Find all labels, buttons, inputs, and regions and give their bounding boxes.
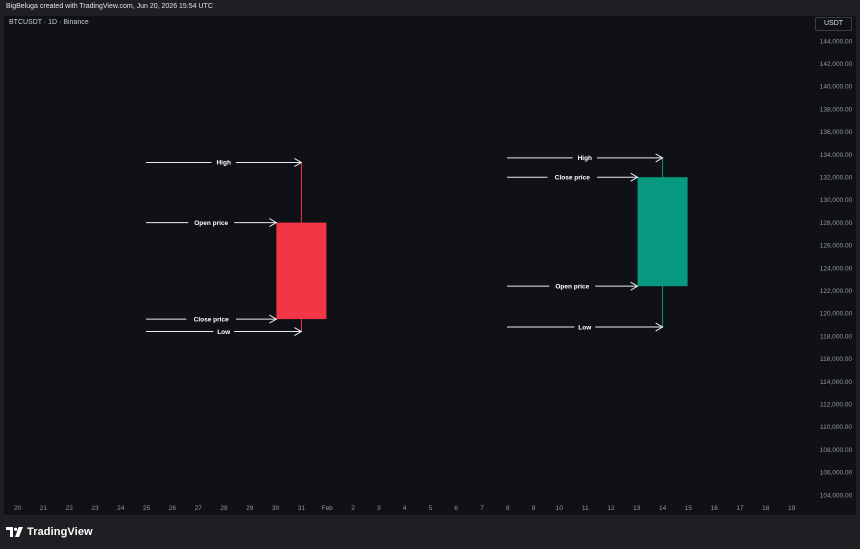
y-axis-tick-label: 122,000.00: [820, 288, 853, 295]
x-axis-tick-label: 22: [66, 505, 74, 512]
x-axis-tick-label: 20: [14, 505, 22, 512]
y-axis-tick-label: 140,000.00: [820, 84, 853, 91]
currency-badge[interactable]: USDT: [815, 17, 852, 31]
y-axis-tick-label: 134,000.00: [820, 152, 853, 159]
y-axis-tick-label: 138,000.00: [820, 106, 853, 113]
x-axis-tick-label: 16: [711, 505, 719, 512]
x-axis-tick-label: 9: [532, 505, 536, 512]
x-axis-tick-label: 24: [117, 505, 125, 512]
y-axis-tick-label: 124,000.00: [820, 265, 853, 272]
x-axis-tick-label: 17: [736, 505, 744, 512]
y-axis-tick-label: 112,000.00: [820, 402, 852, 409]
symbol-legend[interactable]: BTCUSDT · 1D · Binance: [9, 19, 89, 26]
tradingview-logo-text: TradingView: [27, 526, 93, 538]
tradingview-logo-icon: [6, 527, 23, 537]
annotation-label: Open price: [194, 220, 228, 227]
x-axis-tick-label: 28: [220, 505, 228, 512]
y-axis-tick-label: 144,000.00: [820, 38, 853, 45]
x-axis-tick-label: 15: [685, 505, 693, 512]
y-axis-tick-label: 110,000.00: [820, 424, 852, 431]
y-axis-tick-label: 130,000.00: [820, 197, 853, 204]
x-axis-tick-label: 14: [659, 505, 667, 512]
x-axis-tick-label: 13: [633, 505, 641, 512]
annotation-label: Low: [578, 324, 592, 331]
annotation-label: Open price: [555, 283, 589, 290]
x-axis-tick-label: 12: [607, 505, 615, 512]
x-axis-tick-label: 29: [246, 505, 254, 512]
bearish-candle-body: [276, 222, 327, 320]
y-axis-tick-label: 108,000.00: [820, 447, 853, 454]
annotation-label: Close price: [555, 175, 590, 182]
x-axis-tick-label: 3: [377, 505, 381, 512]
annotation-label: High: [578, 155, 592, 162]
annotation-label: Close price: [194, 316, 229, 323]
x-axis-tick-label: 19: [788, 505, 796, 512]
candlestick-chart[interactable]: 104,000.00 106,000.00 108,000.00 110,000.00…: [0, 0, 860, 549]
y-axis-tick-label: 118,000.00: [820, 333, 852, 340]
x-axis-tick-label: 18: [762, 505, 770, 512]
y-axis-tick-label: 104,000.00: [820, 492, 853, 499]
x-axis-tick-label: 11: [582, 505, 589, 512]
x-axis-tick-label: 30: [272, 505, 280, 512]
x-axis-tick-label: 2: [351, 505, 355, 512]
x-axis-tick-label: 25: [143, 505, 151, 512]
x-axis-tick-label: 4: [403, 505, 407, 512]
x-axis-tick-label: 21: [40, 505, 48, 512]
y-axis-tick-label: 142,000.00: [820, 61, 853, 68]
y-axis-tick-label: 114,000.00: [820, 379, 852, 386]
x-axis-tick-label: 8: [506, 505, 510, 512]
x-axis-tick-label: 26: [169, 505, 177, 512]
x-axis-tick-label: 31: [298, 505, 306, 512]
x-axis-tick-label: Feb: [322, 505, 334, 512]
annotation-label: High: [216, 160, 230, 167]
bullish-candle-body: [637, 177, 688, 287]
x-axis-tick-label: 10: [556, 505, 564, 512]
y-axis-tick-label: 120,000.00: [820, 311, 853, 318]
footer-bar: [0, 515, 860, 549]
x-axis-tick-label: 5: [429, 505, 433, 512]
y-axis-tick-label: 136,000.00: [820, 129, 853, 136]
y-axis-tick-label: 128,000.00: [820, 220, 853, 227]
x-axis-tick-label: 6: [454, 505, 458, 512]
y-axis-tick-label: 106,000.00: [820, 470, 853, 477]
y-axis-tick-label: 126,000.00: [820, 243, 853, 250]
x-axis-tick-label: 7: [480, 505, 484, 512]
x-axis-tick-label: 27: [195, 505, 203, 512]
y-axis-tick-label: 116,000.00: [820, 356, 852, 363]
x-axis-tick-label: 23: [91, 505, 99, 512]
annotation-label: Low: [217, 329, 231, 336]
y-axis-tick-label: 132,000.00: [820, 175, 853, 182]
